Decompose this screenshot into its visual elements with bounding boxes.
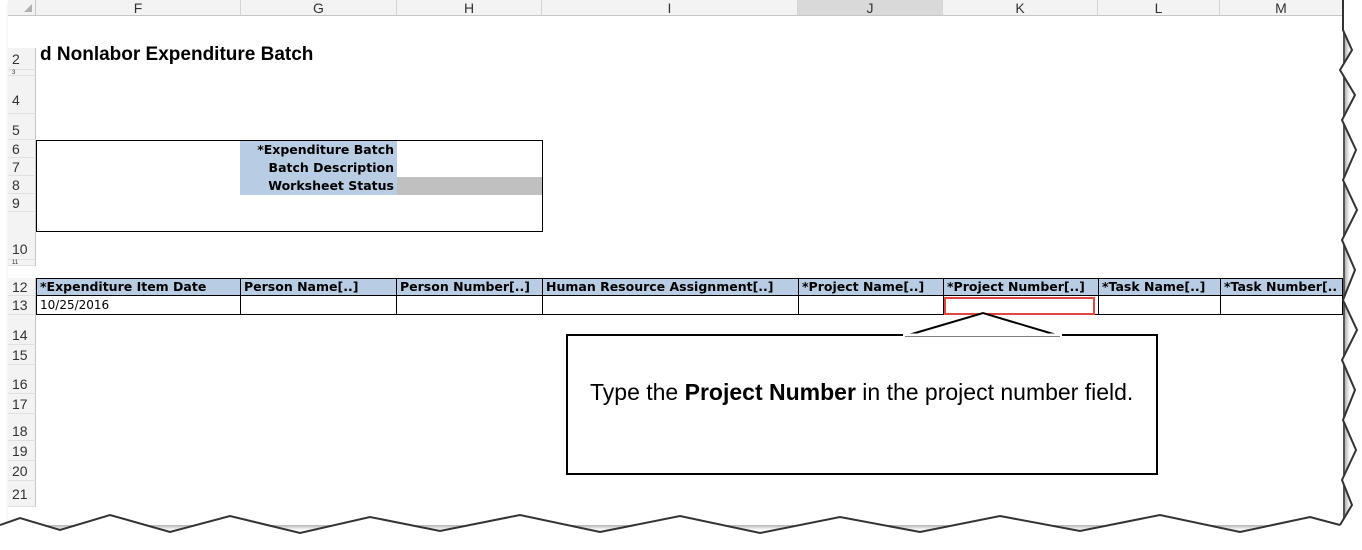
- instruction-callout: Type the Project Number in the project n…: [566, 334, 1158, 475]
- callout-text-post: in the project number field.: [855, 379, 1134, 405]
- callout-text: Type the Project Number in the project n…: [590, 378, 1150, 407]
- callout-text-pre: Type the: [590, 379, 685, 405]
- callout-text-bold: Project Number: [684, 379, 856, 405]
